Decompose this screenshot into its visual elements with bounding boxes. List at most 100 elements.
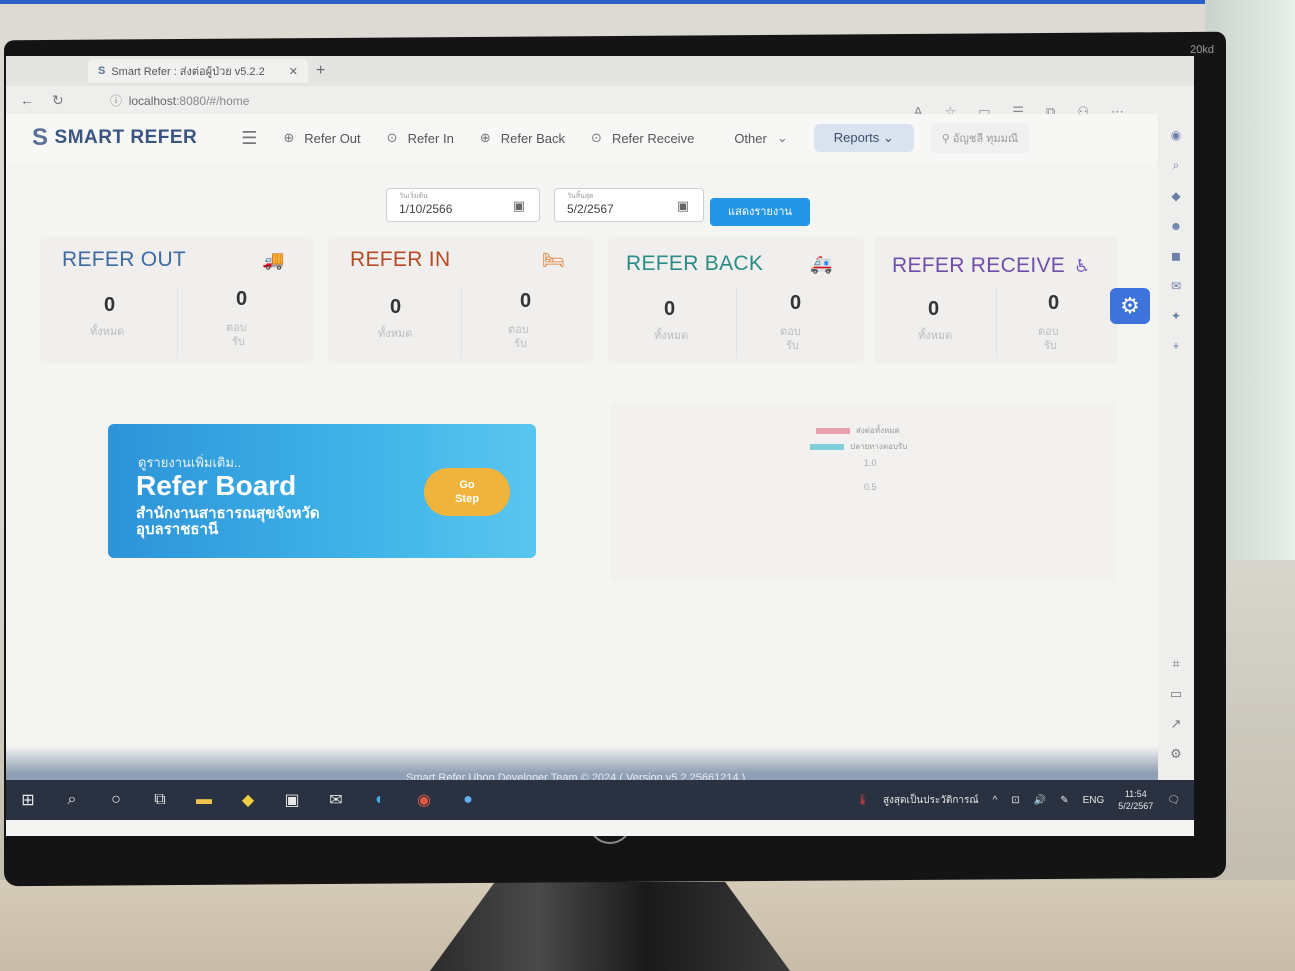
total-count: 0 bbox=[104, 294, 116, 316]
network-icon[interactable]: ⊡ bbox=[1011, 795, 1019, 806]
card-divider bbox=[461, 288, 462, 358]
legend-sent: ส่งต่อทั้งหมด bbox=[816, 424, 900, 437]
browser-tab[interactable]: S Smart Refer : ส่งต่อผู้ป่วย v5.2.2 ✕ bbox=[88, 59, 308, 83]
card-title: REFER BACK bbox=[626, 252, 764, 275]
settings-icon[interactable]: ⚙ bbox=[1158, 746, 1194, 762]
sticky-icon[interactable]: ◆ bbox=[226, 790, 270, 810]
external-link-icon[interactable]: ↗ bbox=[1158, 716, 1194, 732]
start-date-field[interactable]: วันเริ่มต้น 1/10/2566 ▣ bbox=[386, 188, 540, 222]
brand-name: SMART REFER bbox=[54, 127, 198, 148]
card-refer-receive[interactable]: REFER RECEIVE ♿ 0 ทั้งหมด 0 ตอบ รับ bbox=[874, 236, 1118, 364]
clock[interactable]: 11:54 5/2/2567 bbox=[1118, 788, 1153, 812]
copilot-icon[interactable]: ◉ bbox=[1158, 128, 1194, 142]
card-divider bbox=[996, 288, 997, 358]
people-icon[interactable]: ☻ bbox=[1158, 219, 1194, 233]
url-field[interactable]: ⓘ localhost:8080/#/home bbox=[110, 92, 249, 109]
shopping-icon[interactable]: ◆ bbox=[1158, 189, 1194, 203]
nav-refer-in[interactable]: ⊙ Refer In bbox=[387, 130, 454, 146]
weather-text[interactable]: สูงสุดเป็นประวัติการณ์ bbox=[883, 793, 979, 808]
user-icon: ⚲ bbox=[941, 133, 950, 145]
screenshot-icon[interactable]: ⌗ bbox=[1158, 656, 1194, 672]
show-report-button[interactable]: แสดงรายงาน bbox=[710, 198, 810, 226]
office-icon[interactable]: ◼ bbox=[1158, 249, 1194, 263]
language-indicator[interactable]: ENG bbox=[1083, 795, 1105, 806]
legend-dest-swatch bbox=[810, 443, 844, 450]
card-divider bbox=[177, 288, 178, 358]
board-title: Refer Board bbox=[136, 470, 297, 501]
card-title: REFER IN bbox=[350, 248, 451, 271]
chrome-icon[interactable]: ◉ bbox=[402, 790, 446, 810]
nav-refer-back[interactable]: ⊕ Refer Back bbox=[480, 130, 565, 146]
go-step-button[interactable]: Go Step bbox=[424, 468, 510, 516]
tray-chevron-icon[interactable]: ^ bbox=[993, 795, 998, 806]
total-label: ทั้งหมด bbox=[918, 330, 953, 342]
bed-icon: 🛏 bbox=[542, 250, 565, 270]
refresh-icon[interactable]: ↻ bbox=[52, 92, 70, 109]
card-refer-out[interactable]: REFER OUT 🚚 0 ทั้งหมด 0 ตอบ รับ bbox=[40, 236, 314, 364]
nav-other-label: Other bbox=[734, 130, 767, 146]
url-host: localhost bbox=[128, 93, 177, 108]
sidebar-toggle-icon[interactable]: ▭ bbox=[1158, 686, 1194, 702]
reply-count: 0 bbox=[790, 292, 802, 314]
nav-refer-receive[interactable]: ⊙ Refer Receive bbox=[591, 130, 694, 146]
settings-gear-icon[interactable]: ⚙ bbox=[1110, 288, 1150, 324]
card-refer-in[interactable]: REFER IN 🛏 0 ทั้งหมด 0 ตอบ รับ bbox=[328, 236, 594, 364]
user-name: อัญชลี ทุมมณี bbox=[952, 133, 1019, 145]
outlook-icon[interactable]: ✉ bbox=[1158, 279, 1194, 293]
go-label: Go bbox=[459, 479, 475, 491]
site-favicon-icon: S bbox=[98, 65, 106, 77]
reply-label-2: รับ bbox=[1044, 340, 1057, 352]
nav-refer-out-label: Refer Out bbox=[304, 130, 361, 146]
store-icon[interactable]: ▣ bbox=[270, 790, 314, 810]
task-view-icon[interactable]: ⧉ bbox=[138, 791, 182, 809]
refer-receive-icon: ⊙ bbox=[591, 130, 602, 145]
nav-refer-in-label: Refer In bbox=[407, 130, 454, 146]
add-icon[interactable]: + bbox=[1158, 339, 1194, 353]
legend-dest-label: ปลายทางตอบรับ bbox=[850, 442, 908, 451]
nav-other[interactable]: Other ⌄ bbox=[734, 130, 787, 146]
app-header: S SMART REFER ☰ ⊕ Refer Out ⊙ Refer In ⊕… bbox=[6, 114, 1158, 162]
refer-board-banner[interactable]: ดูรายงานเพิ่มเติม.. Refer Board สำนักงาน… bbox=[108, 424, 536, 558]
edge-icon[interactable]: ◐ bbox=[358, 791, 402, 809]
end-date-field[interactable]: วันสิ้นสุด 5/2/2567 ▣ bbox=[554, 188, 704, 222]
clock-date: 5/2/2567 bbox=[1118, 801, 1154, 811]
start-icon[interactable]: ⊞ bbox=[6, 790, 50, 810]
volume-icon[interactable]: 🔊 bbox=[1034, 795, 1046, 806]
pen-icon[interactable]: ✎ bbox=[1060, 795, 1068, 806]
app-footer: Smart Refer Ubon Developer Team © 2024 (… bbox=[6, 746, 1158, 784]
card-refer-back[interactable]: REFER BACK 🚑 0 ทั้งหมด 0 ตอบ รับ bbox=[608, 236, 864, 364]
legend-dest: ปลายทางตอบรับ bbox=[810, 440, 907, 453]
mail-icon[interactable]: ✉ bbox=[314, 790, 358, 810]
brand[interactable]: S SMART REFER bbox=[32, 124, 197, 152]
end-date-value: 5/2/2567 bbox=[567, 202, 614, 216]
total-label: ทั้งหมด bbox=[90, 326, 125, 338]
cortana-icon[interactable]: ○ bbox=[94, 791, 138, 809]
search-icon[interactable]: ⌕ bbox=[50, 791, 94, 809]
total-label: ทั้งหมด bbox=[378, 328, 413, 340]
new-tab-icon[interactable]: + bbox=[316, 62, 325, 80]
wheelchair-icon: ♿ bbox=[1074, 256, 1091, 276]
search-icon[interactable]: ⌕ bbox=[1158, 158, 1194, 173]
chevron-down-icon: ⌄ bbox=[776, 130, 788, 145]
total-count: 0 bbox=[928, 298, 940, 320]
close-tab-icon[interactable]: ✕ bbox=[289, 65, 298, 78]
legend-sent-swatch bbox=[816, 427, 850, 434]
app-icon[interactable]: ● bbox=[446, 791, 490, 809]
reply-count: 0 bbox=[236, 288, 248, 310]
refer-out-icon: ⊕ bbox=[283, 130, 295, 145]
user-menu[interactable]: ⚲ อัญชลี ทุมมณี bbox=[929, 123, 1031, 153]
card-title: REFER OUT bbox=[62, 248, 187, 271]
menu-toggle-icon[interactable]: ☰ bbox=[241, 128, 257, 149]
calendar-icon[interactable]: ▣ bbox=[513, 198, 525, 214]
total-label: ทั้งหมด bbox=[654, 330, 689, 342]
games-icon[interactable]: ✦ bbox=[1158, 309, 1194, 323]
nav-refer-out[interactable]: ⊕ Refer Out bbox=[283, 130, 360, 146]
url-path: :8080/#/home bbox=[176, 93, 250, 108]
back-icon[interactable]: ← bbox=[20, 92, 38, 108]
calendar-icon[interactable]: ▣ bbox=[677, 198, 689, 214]
notification-icon[interactable]: 🗨 bbox=[1167, 795, 1180, 806]
card-divider bbox=[736, 288, 737, 358]
reports-button[interactable]: Reports ⌄ bbox=[813, 124, 914, 152]
file-explorer-icon[interactable]: ▬ bbox=[182, 791, 226, 809]
info-icon: ⓘ bbox=[110, 93, 123, 108]
